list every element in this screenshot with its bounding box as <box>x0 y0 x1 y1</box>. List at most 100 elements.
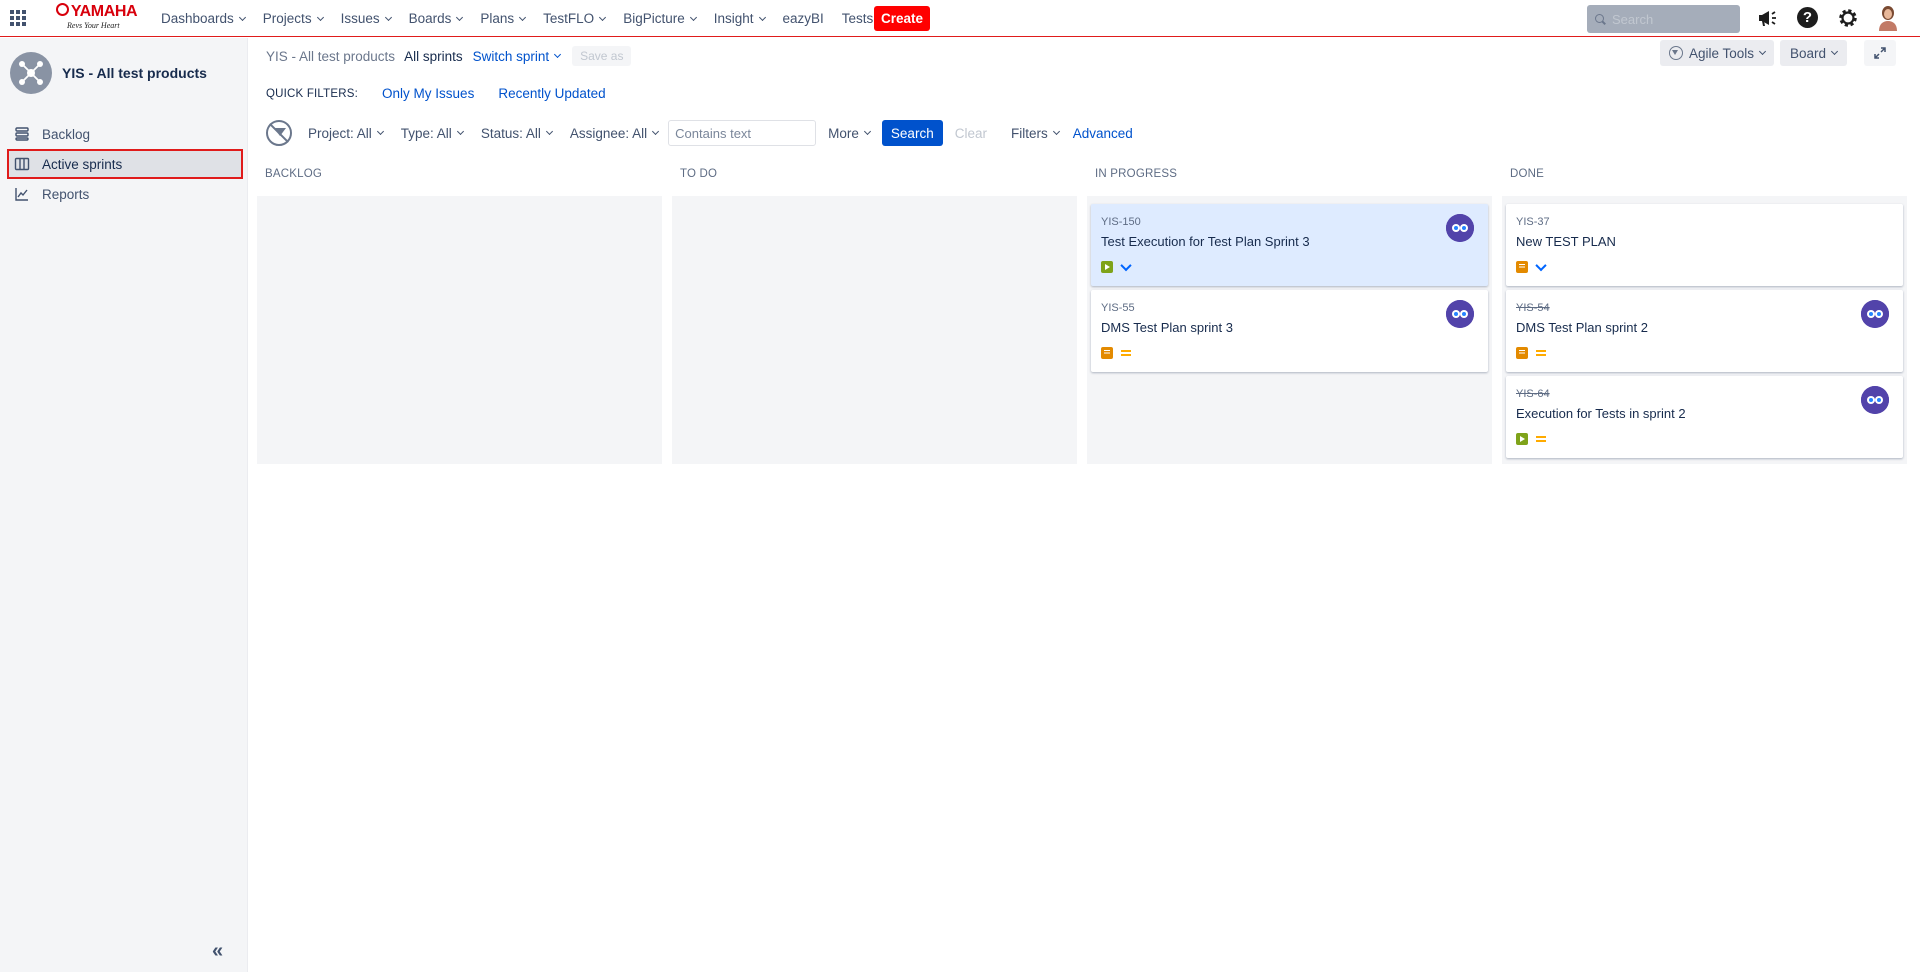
collapse-sidebar-icon[interactable]: « <box>212 940 223 963</box>
column-header-in-progress: IN PROGRESS <box>1095 168 1178 180</box>
nav-menu-label: TestFLO <box>543 11 595 26</box>
issue-card[interactable]: YIS-150 Test Execution for Test Plan Spri… <box>1091 204 1488 286</box>
issue-key[interactable]: YIS-54 <box>1516 302 1550 314</box>
nav-menu-label: Insight <box>713 11 754 26</box>
type-filter-label: Type: All <box>400 125 452 141</box>
assignee-avatar-icon[interactable] <box>1861 300 1889 328</box>
issue-card[interactable]: YIS-64 Execution for Tests in sprint 2 <box>1506 376 1903 458</box>
nav-menu-issues[interactable]: Issues <box>340 11 392 26</box>
issue-card[interactable]: YIS-55 DMS Test Plan sprint 3 <box>1091 290 1488 372</box>
switch-sprint-button[interactable]: Switch sprint <box>473 49 562 64</box>
saved-filters-dropdown[interactable]: Filters <box>1011 126 1060 141</box>
quick-filters: QUICK FILTERS: Only My Issues Recently U… <box>266 86 606 101</box>
assignee-avatar-icon[interactable] <box>1446 214 1474 242</box>
board-menu-label: Board <box>1790 45 1827 61</box>
nav-menu-label: Dashboards <box>161 11 234 26</box>
help-icon[interactable]: ? <box>1796 6 1820 30</box>
nav-menu-label: eazyBI <box>782 11 824 26</box>
yamaha-logo[interactable]: YAMAHA Revs Your Heart <box>55 3 138 33</box>
column-header-done: DONE <box>1510 168 1545 180</box>
board-menu-button[interactable]: Board <box>1780 40 1848 66</box>
assignee-avatar-icon[interactable] <box>1446 300 1474 328</box>
breadcrumb-project[interactable]: YIS - All test products <box>266 49 395 64</box>
nav-menu-label: Projects <box>262 11 312 26</box>
issue-key[interactable]: YIS-55 <box>1101 302 1135 314</box>
project-filter-label: Project: All <box>308 125 372 141</box>
backlog-icon <box>15 127 29 141</box>
quick-filters-label: QUICK FILTERS: <box>266 87 359 100</box>
main-menu: Dashboards Projects Issues Boards Plans TestF… <box>161 0 902 37</box>
issue-card[interactable]: YIS-54 DMS Test Plan sprint 2 <box>1506 290 1903 372</box>
assignee-filter-label: Assignee: All <box>569 125 648 141</box>
save-as-button[interactable]: Save as <box>572 46 632 66</box>
user-avatar[interactable] <box>1876 4 1900 31</box>
issue-summary: Test Execution for Test Plan Sprint 3 <box>1101 234 1310 249</box>
chevron-down-icon <box>384 13 392 21</box>
quick-filter-only-my-issues[interactable]: Only My Issues <box>382 86 474 101</box>
priority-medium-icon <box>1120 347 1132 359</box>
apps-grid-icon[interactable] <box>10 10 26 26</box>
status-filter-label: Status: All <box>480 125 541 141</box>
chevron-down-icon <box>1759 47 1767 56</box>
sidebar-item-active-sprints[interactable]: Active sprints <box>7 149 243 179</box>
global-search[interactable] <box>1587 5 1740 33</box>
project-filter-dropdown[interactable]: Project: All <box>308 125 384 141</box>
create-button[interactable]: Create <box>874 6 930 31</box>
sidebar-item-reports[interactable]: Reports <box>8 180 242 208</box>
contains-text-input[interactable] <box>668 120 817 146</box>
issue-summary: DMS Test Plan sprint 3 <box>1101 320 1233 335</box>
fullscreen-button[interactable] <box>1864 40 1896 66</box>
clear-button[interactable]: Clear <box>955 126 987 141</box>
nav-menu-testflo[interactable]: TestFLO <box>543 11 607 26</box>
chevron-down-icon <box>652 127 660 136</box>
nav-menu-label: Issues <box>340 11 380 26</box>
sidebar-item-backlog[interactable]: Backlog <box>8 120 242 148</box>
nav-menu-boards[interactable]: Boards <box>409 11 464 26</box>
agile-tools-label: Agile Tools <box>1689 45 1755 61</box>
nav-menu-insight[interactable]: Insight <box>713 11 766 26</box>
agile-tools-button[interactable]: Agile Tools <box>1660 40 1775 66</box>
settings-gear-icon[interactable] <box>1836 6 1860 30</box>
search-icon <box>1595 13 1606 25</box>
issue-key[interactable]: YIS-37 <box>1516 216 1550 228</box>
chevron-down-icon <box>456 127 464 136</box>
filter-bar: Project: All Type: All Status: All Assig… <box>266 118 1133 148</box>
filter-icon <box>1669 46 1683 60</box>
expand-icon <box>1874 47 1886 59</box>
nav-menu-dashboards[interactable]: Dashboards <box>161 11 246 26</box>
chevron-down-icon <box>1830 47 1839 56</box>
quick-filter-recently-updated[interactable]: Recently Updated <box>498 86 605 101</box>
project-avatar-icon <box>10 52 52 94</box>
nav-menu-label: Plans <box>480 11 515 26</box>
type-filter-dropdown[interactable]: Type: All <box>400 125 464 141</box>
column-to-do[interactable] <box>672 196 1077 464</box>
chevron-down-icon <box>554 50 562 59</box>
chevron-down-icon <box>689 13 697 21</box>
chevron-down-icon <box>599 13 607 21</box>
search-input[interactable] <box>1612 11 1732 27</box>
megaphone-icon[interactable] <box>1756 6 1780 30</box>
column-backlog[interactable] <box>257 196 662 464</box>
issue-key[interactable]: YIS-150 <box>1101 216 1141 228</box>
logo-brand: YAMAHA <box>55 3 138 21</box>
chart-line-icon <box>15 188 28 201</box>
issue-card[interactable]: YIS-37 New TEST PLAN <box>1506 204 1903 286</box>
column-in-progress[interactable]: YIS-150 Test Execution for Test Plan Spri… <box>1087 196 1492 464</box>
nav-menu-projects[interactable]: Projects <box>262 11 324 26</box>
nav-menu-eazybi[interactable]: eazyBI <box>783 11 824 26</box>
column-done[interactable]: YIS-37 New TEST PLAN YIS-54 DMS Test Plan s… <box>1502 196 1907 464</box>
nav-menu-bigpicture[interactable]: BigPicture <box>623 11 697 26</box>
advanced-search-link[interactable]: Advanced <box>1073 126 1133 141</box>
project-header[interactable]: YIS - All test products <box>10 52 207 94</box>
more-filters-dropdown[interactable]: More <box>828 126 871 141</box>
assignee-avatar-icon[interactable] <box>1861 386 1889 414</box>
status-filter-dropdown[interactable]: Status: All <box>480 125 553 141</box>
search-button[interactable]: Search <box>881 120 943 146</box>
clear-filter-icon[interactable] <box>266 120 292 146</box>
nav-menu-label: Tests <box>841 11 874 26</box>
assignee-filter-dropdown[interactable]: Assignee: All <box>569 125 660 141</box>
column-header-to-do: TO DO <box>680 168 718 180</box>
issue-key[interactable]: YIS-64 <box>1516 388 1550 400</box>
priority-medium-icon <box>1535 347 1547 359</box>
nav-menu-plans[interactable]: Plans <box>480 11 527 26</box>
